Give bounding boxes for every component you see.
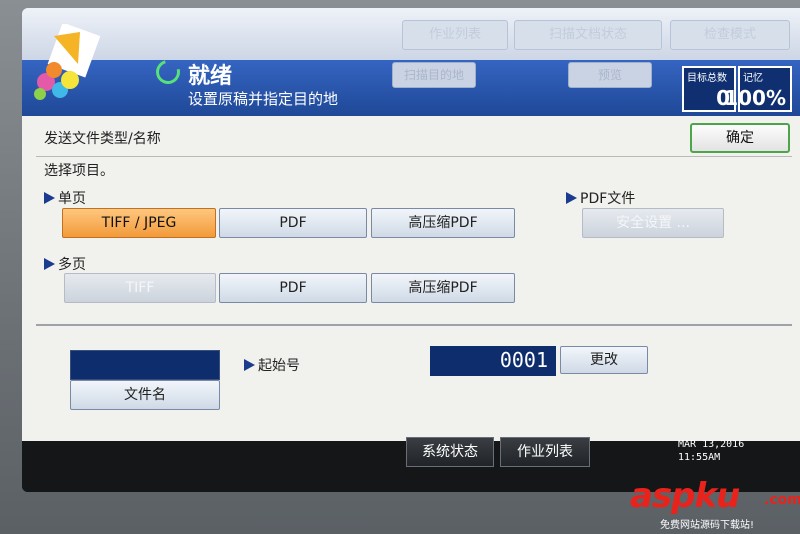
multi-page-section-label: 多页 — [44, 254, 86, 274]
watermark: aspku .com 免费网站源码下载站! — [618, 474, 800, 534]
tab-scan-status-ghost: 扫描文档状态 — [514, 20, 662, 50]
tab-job-list-ghost: 作业列表 — [402, 20, 508, 50]
triangle-icon — [44, 258, 55, 270]
file-name-display — [70, 350, 220, 380]
scanner-logo-icon — [34, 24, 101, 100]
triangle-icon — [566, 192, 577, 204]
scan-destination-button[interactable]: 扫描目的地 — [392, 62, 476, 88]
pdf-file-section-label: PDF文件 — [566, 188, 635, 208]
watermark-tagline: 免费网站源码下载站! — [660, 520, 755, 531]
ok-button[interactable]: 确定 — [690, 123, 790, 153]
watermark-tld: .com — [764, 492, 800, 508]
triangle-icon — [44, 192, 55, 204]
file-name-button[interactable]: 文件名 — [70, 380, 220, 410]
change-button[interactable]: 更改 — [560, 346, 648, 374]
memory-label: 记忆 — [743, 73, 763, 84]
memory-value: 100% — [724, 86, 786, 110]
system-status-button[interactable]: 系统状态 — [406, 437, 494, 467]
time-text: 11:55AM — [678, 452, 721, 463]
header-tab-strip: 作业列表 扫描文档状态 检查模式 — [22, 8, 800, 60]
start-number-label: 起始号 — [258, 358, 300, 374]
date-text: MAR 13,2016 — [678, 439, 745, 450]
start-number-section-label: 起始号 — [244, 355, 300, 375]
single-pdf-option[interactable]: PDF — [219, 208, 367, 238]
preview-button[interactable]: 预览 — [568, 62, 652, 88]
single-tiff-jpeg-option[interactable]: TIFF / JPEG — [62, 208, 216, 238]
multi-pdf-option[interactable]: PDF — [219, 273, 367, 303]
start-number-value: 0001 — [430, 346, 556, 376]
multi-compressed-pdf-option[interactable]: 高压缩PDF — [371, 273, 515, 303]
total-destinations-label: 目标总数 — [687, 73, 727, 84]
single-compressed-pdf-option[interactable]: 高压缩PDF — [371, 208, 515, 238]
title-divider — [36, 156, 792, 157]
section-divider — [36, 324, 792, 326]
triangle-icon — [244, 359, 255, 371]
touch-screen: 作业列表 扫描文档状态 检查模式 就绪 设置原稿并指定目的地 扫描目的地 预览 … — [22, 8, 800, 492]
job-list-button[interactable]: 作业列表 — [500, 437, 590, 467]
single-page-label: 单页 — [58, 191, 86, 207]
status-subtitle: 设置原稿并指定目的地 — [188, 90, 339, 108]
single-page-section-label: 单页 — [44, 188, 86, 208]
multi-tiff-option[interactable]: TIFF — [64, 273, 216, 303]
instruction-text: 选择项目。 — [44, 163, 114, 179]
date-time-display: MAR 13,2016 11:55AM — [678, 438, 744, 464]
pdf-file-label: PDF文件 — [580, 191, 636, 207]
memory-counter: 记忆 100% — [724, 66, 792, 112]
page-title: 发送文件类型/名称 — [44, 131, 161, 147]
tab-check-mode-ghost: 检查模式 — [670, 20, 790, 50]
status-title: 就绪 — [188, 64, 233, 89]
multi-page-label: 多页 — [58, 257, 86, 273]
security-settings-button[interactable]: 安全设置 ... — [582, 208, 724, 238]
watermark-brand: aspku — [630, 476, 740, 516]
